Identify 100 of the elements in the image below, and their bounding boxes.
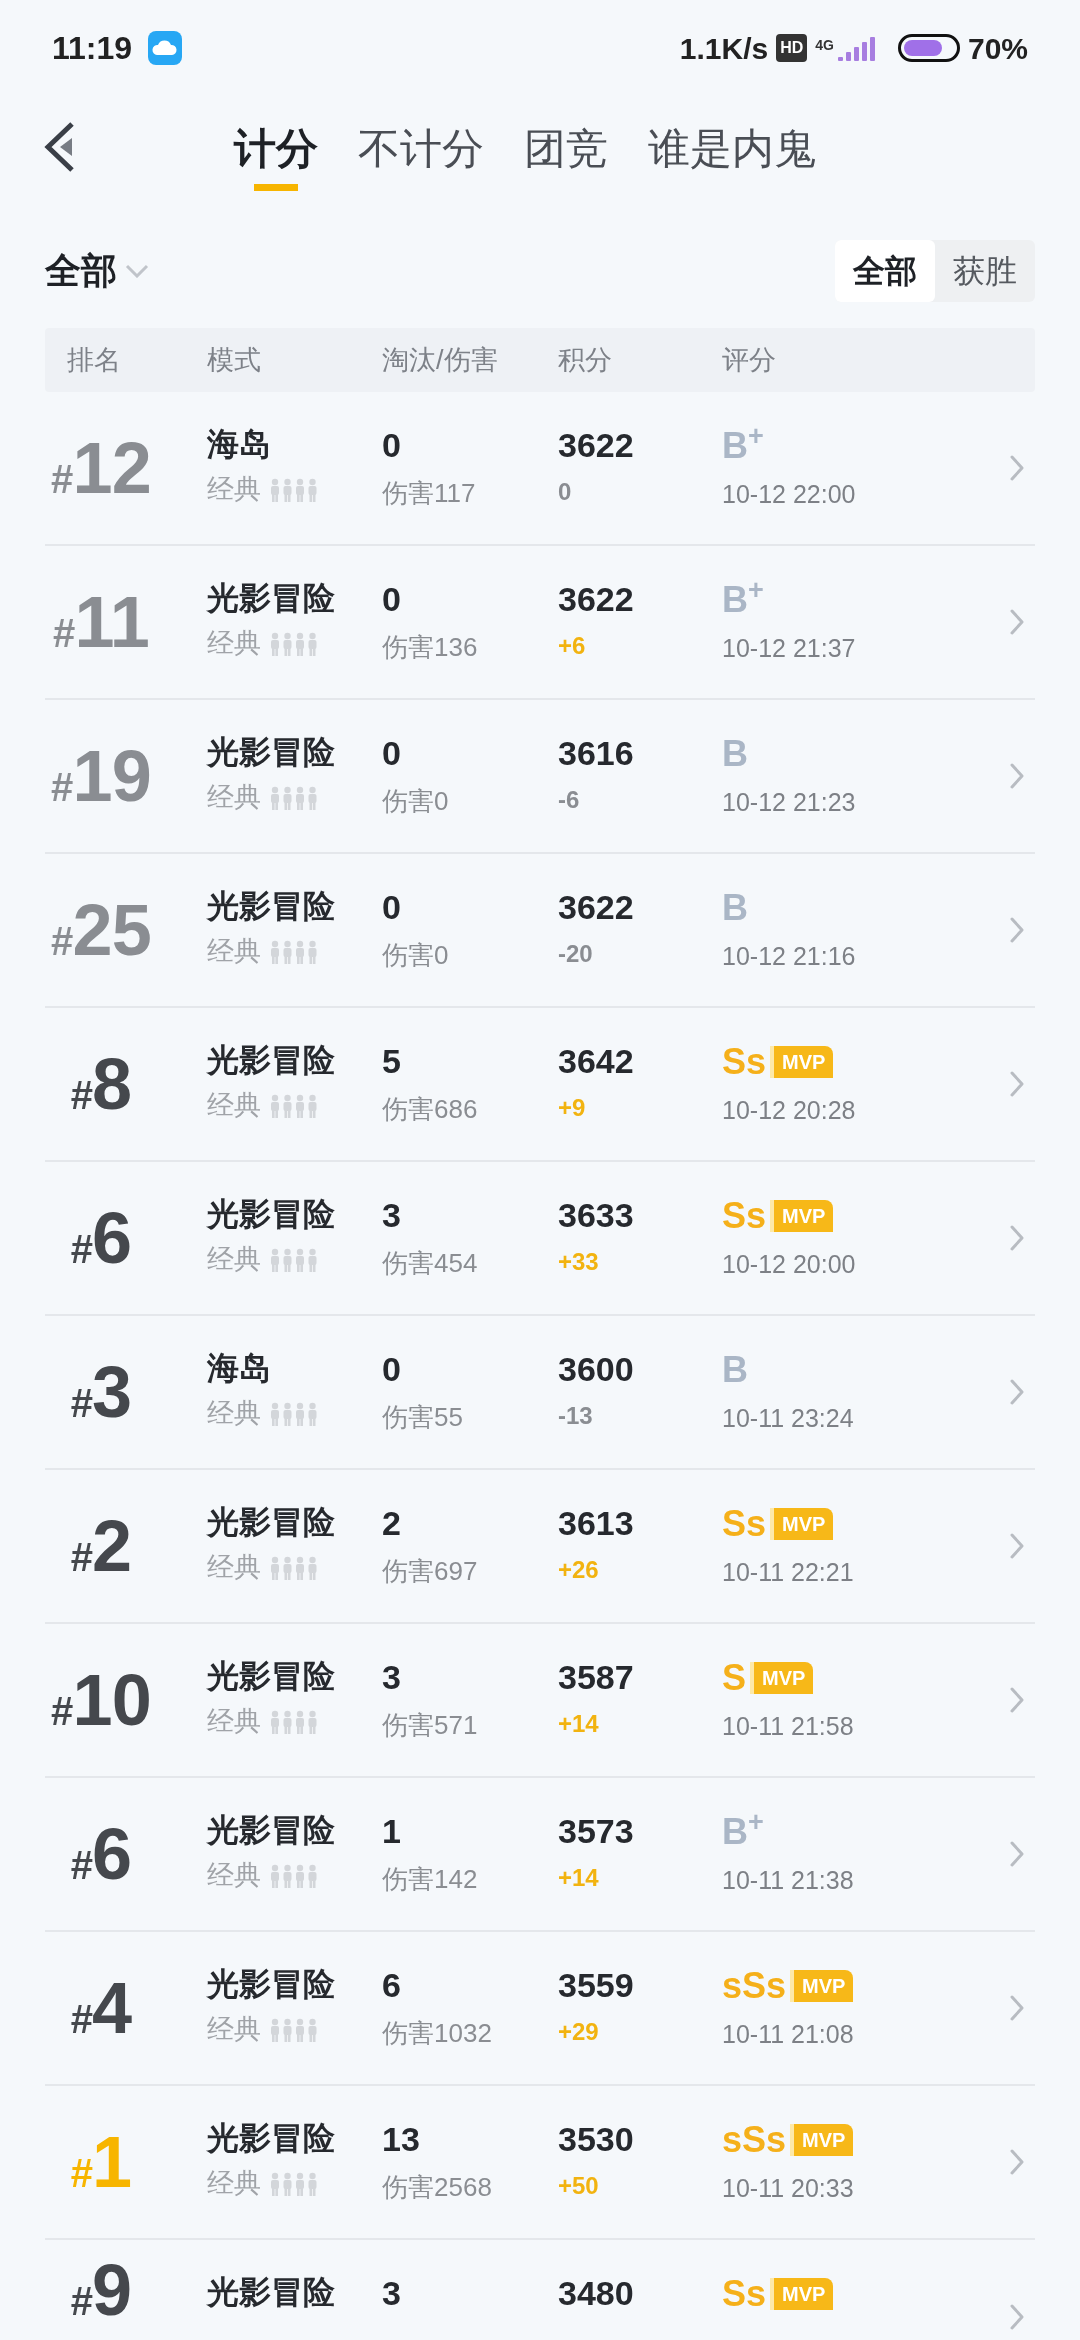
segment-option[interactable]: 获胜: [935, 240, 1035, 302]
mode-name: 光影冒险: [207, 1814, 336, 1846]
match-time: 10-12 20:28: [722, 1098, 857, 1123]
hd-badge: HD: [776, 34, 808, 62]
damage-value: 伤害1032: [382, 2020, 493, 2046]
score-value: 3559: [558, 1968, 635, 2002]
damage-value: 伤害142: [382, 1866, 479, 1892]
chevron-right-icon: [1009, 762, 1025, 790]
rank-number: #2: [70, 1510, 132, 1582]
score-value: 3622: [558, 582, 635, 616]
players-icon: [269, 1401, 319, 1426]
battery-percent: 70%: [967, 30, 1028, 67]
grade-label: Ss: [722, 1198, 767, 1234]
damage-value: 伤害454: [382, 1250, 479, 1276]
score-value: 3573: [558, 1814, 635, 1848]
kills-count: 0: [382, 736, 402, 770]
chevron-right-icon: [1009, 1994, 1025, 2022]
grade-label: Ss: [722, 2276, 767, 2312]
mode-type: 经典: [207, 938, 261, 965]
damage-value: 伤害0: [382, 942, 450, 968]
grade-label: Ss: [722, 1506, 767, 1542]
match-time: 10-11 22:21: [722, 1560, 855, 1585]
rank-number: #8: [70, 1048, 132, 1120]
column-header: 淘汰/伤害: [382, 343, 499, 377]
tab[interactable]: 团竞: [524, 105, 608, 191]
match-time: 10-12 21:37: [722, 636, 857, 661]
score-value: 3622: [558, 890, 635, 924]
mode-name: 光影冒险: [207, 2122, 336, 2154]
chevron-right-icon: [1009, 1378, 1025, 1406]
match-time: 10-11 21:08: [722, 2022, 855, 2047]
tab[interactable]: 计分: [234, 105, 318, 191]
signal-icon: [837, 35, 878, 61]
grade-label: sSs: [722, 1968, 787, 2004]
score-value: 3613: [558, 1506, 635, 1540]
battery-icon: [897, 34, 960, 62]
grade-label: B: [722, 1352, 748, 1388]
damage-value: 伤害117: [382, 480, 477, 506]
mode-type: 经典: [207, 1554, 261, 1581]
match-time: 10-11 20:33: [722, 2176, 855, 2201]
kills-count: 0: [382, 890, 402, 924]
damage-value: 伤害697: [382, 1558, 479, 1584]
players-icon: [269, 1093, 319, 1118]
damage-value: 伤害136: [382, 634, 479, 660]
score-value: 3642: [558, 1044, 635, 1078]
players-icon: [269, 1863, 319, 1888]
rank-number: #25: [51, 894, 151, 966]
match-time: 10-12 21:23: [722, 790, 857, 815]
mode-type: 经典: [207, 1708, 261, 1735]
mode-type: 经典: [207, 784, 261, 811]
back-icon[interactable]: [42, 120, 76, 174]
score-value: 3633: [558, 1198, 635, 1232]
grade-label: B: [722, 736, 748, 772]
kills-count: 0: [382, 1352, 402, 1386]
score-change: -13: [558, 1404, 594, 1428]
score-change: +9: [558, 1096, 587, 1120]
rank-number: #12: [51, 432, 151, 504]
rank-number: #10: [51, 1664, 151, 1736]
mode-name: 海岛: [207, 1352, 272, 1384]
chevron-right-icon: [1009, 1686, 1025, 1714]
kills-count: 0: [382, 428, 402, 462]
segment-option[interactable]: 全部: [835, 240, 935, 302]
damage-value: 伤害571: [382, 1712, 479, 1738]
score-change: +29: [558, 2020, 600, 2044]
filter-dropdown[interactable]: 全部: [45, 244, 149, 298]
damage-value: 伤害55: [382, 1404, 464, 1430]
chevron-right-icon: [1009, 916, 1025, 944]
match-time: 10-12 20:00: [722, 1252, 857, 1277]
tab[interactable]: 谁是内鬼: [648, 105, 816, 191]
mode-type: 经典: [207, 476, 261, 503]
mode-name: 光影冒险: [207, 1968, 336, 2000]
score-change: -6: [558, 788, 581, 812]
score-value: 3622: [558, 428, 635, 462]
chevron-right-icon: [1009, 2303, 1025, 2331]
mode-type: 经典: [207, 630, 261, 657]
match-time: 10-11 21:58: [722, 1714, 855, 1739]
mode-type: 经典: [207, 1092, 261, 1119]
mode-name: 光影冒险: [207, 2276, 336, 2308]
column-header: 评分: [722, 343, 776, 377]
rank-number: #19: [51, 740, 151, 812]
score-change: +14: [558, 1866, 600, 1890]
tab[interactable]: 不计分: [358, 105, 484, 191]
mode-name: 海岛: [207, 428, 272, 460]
cloud-icon: [148, 31, 183, 65]
mode-type: 经典: [207, 2016, 261, 2043]
mode-name: 光影冒险: [207, 890, 336, 922]
mvp-badge: MVP: [750, 1662, 814, 1694]
damage-value: 伤害686: [382, 1096, 479, 1122]
match-time: 10-11 23:24: [722, 1406, 855, 1431]
score-change: +50: [558, 2174, 600, 2198]
players-icon: [269, 1247, 319, 1272]
rank-number: #1: [70, 2126, 132, 2198]
mode-type: 经典: [207, 1246, 261, 1273]
players-icon: [269, 2017, 319, 2042]
chevron-right-icon: [1009, 1224, 1025, 1252]
damage-value: 伤害0: [382, 788, 450, 814]
kills-count: 3: [382, 2276, 402, 2310]
kills-count: 0: [382, 582, 402, 616]
rank-number: #9: [70, 2254, 132, 2326]
rank-number: #11: [53, 586, 149, 658]
score-change: +33: [558, 1250, 600, 1274]
